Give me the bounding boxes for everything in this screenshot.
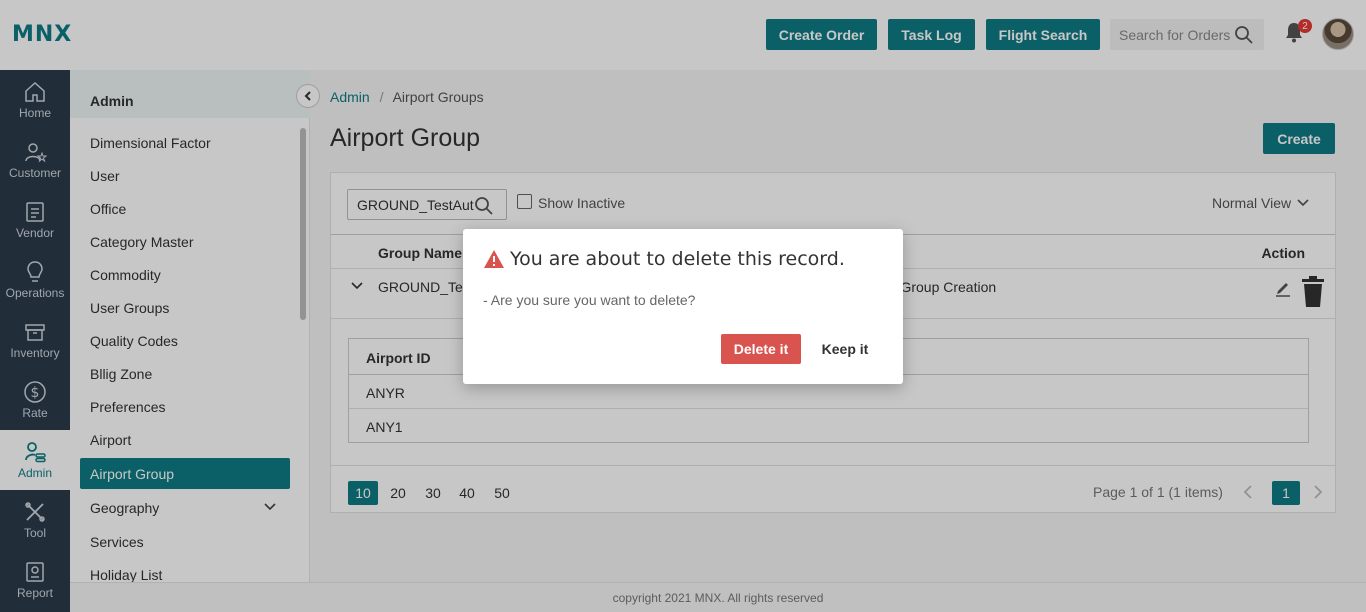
keep-it-button[interactable]: Keep it (815, 334, 875, 364)
delete-confirm-dialog: You are about to delete this record. - A… (463, 229, 903, 384)
dialog-title: You are about to delete this record. (510, 248, 845, 270)
dialog-message: - Are you sure you want to delete? (483, 292, 696, 308)
delete-it-button[interactable]: Delete it (721, 334, 801, 364)
warning-icon (484, 250, 504, 268)
